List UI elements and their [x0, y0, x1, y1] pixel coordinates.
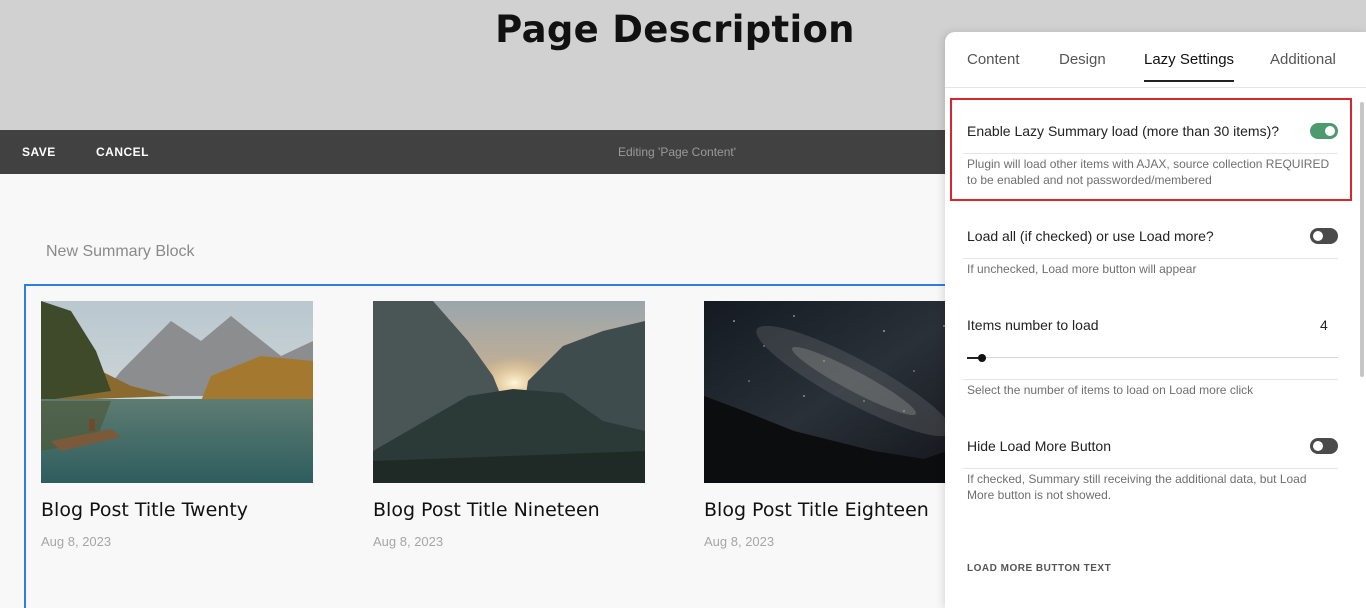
post-title[interactable]: Blog Post Title Nineteen: [373, 499, 645, 521]
divider: [963, 258, 1338, 259]
hide-button-label: Hide Load More Button: [967, 438, 1111, 454]
divider: [963, 379, 1338, 380]
lazy-load-help: Plugin will load other items with AJAX, …: [967, 157, 1330, 187]
panel-tabs: Content Design Lazy Settings Additional: [945, 32, 1366, 88]
items-number-label: Items number to load: [967, 317, 1099, 333]
tab-additional[interactable]: Additional: [1270, 51, 1336, 68]
hide-button-help: If checked, Summary still receiving the …: [967, 472, 1307, 502]
post-date: Aug 8, 2023: [704, 534, 775, 549]
items-number-value: 4: [1320, 317, 1328, 333]
items-number-slider-track[interactable]: [967, 357, 1338, 358]
lazy-load-label: Enable Lazy Summary load (more than 30 i…: [967, 123, 1280, 139]
blog-post-card[interactable]: Blog Post Title Eighteen Aug 8, 2023: [704, 301, 976, 549]
items-number-slider-thumb[interactable]: [978, 354, 986, 362]
hide-button-toggle[interactable]: [1310, 438, 1338, 454]
tab-content[interactable]: Content: [967, 51, 1020, 68]
post-title[interactable]: Blog Post Title Eighteen: [704, 499, 976, 521]
divider: [963, 468, 1338, 469]
tab-design[interactable]: Design: [1059, 51, 1106, 68]
block-label: New Summary Block: [46, 243, 195, 260]
items-number-help: Select the number of items to load on Lo…: [967, 383, 1254, 397]
load-all-label: Load all (if checked) or use Load more?: [967, 228, 1214, 244]
settings-panel: Content Design Lazy Settings Additional …: [945, 32, 1366, 608]
panel-scrollbar[interactable]: [1360, 102, 1364, 377]
divider: [963, 153, 1338, 154]
post-thumbnail-lake: [41, 301, 313, 483]
load-all-help: If unchecked, Load more button will appe…: [967, 262, 1197, 276]
post-title[interactable]: Blog Post Title Twenty: [41, 499, 313, 521]
post-thumbnail-night-sky: [704, 301, 976, 483]
blog-post-card[interactable]: Blog Post Title Twenty Aug 8, 2023: [41, 301, 313, 549]
load-all-toggle[interactable]: [1310, 228, 1338, 244]
tab-lazy-settings[interactable]: Lazy Settings: [1144, 51, 1235, 82]
blog-post-card[interactable]: Blog Post Title Nineteen Aug 8, 2023: [373, 301, 645, 549]
post-date: Aug 8, 2023: [41, 534, 112, 549]
post-thumbnail-valley: [373, 301, 645, 483]
lazy-load-toggle[interactable]: [1310, 123, 1338, 139]
load-more-text-caption: LOAD MORE BUTTON TEXT: [967, 563, 1112, 574]
post-date: Aug 8, 2023: [373, 534, 444, 549]
